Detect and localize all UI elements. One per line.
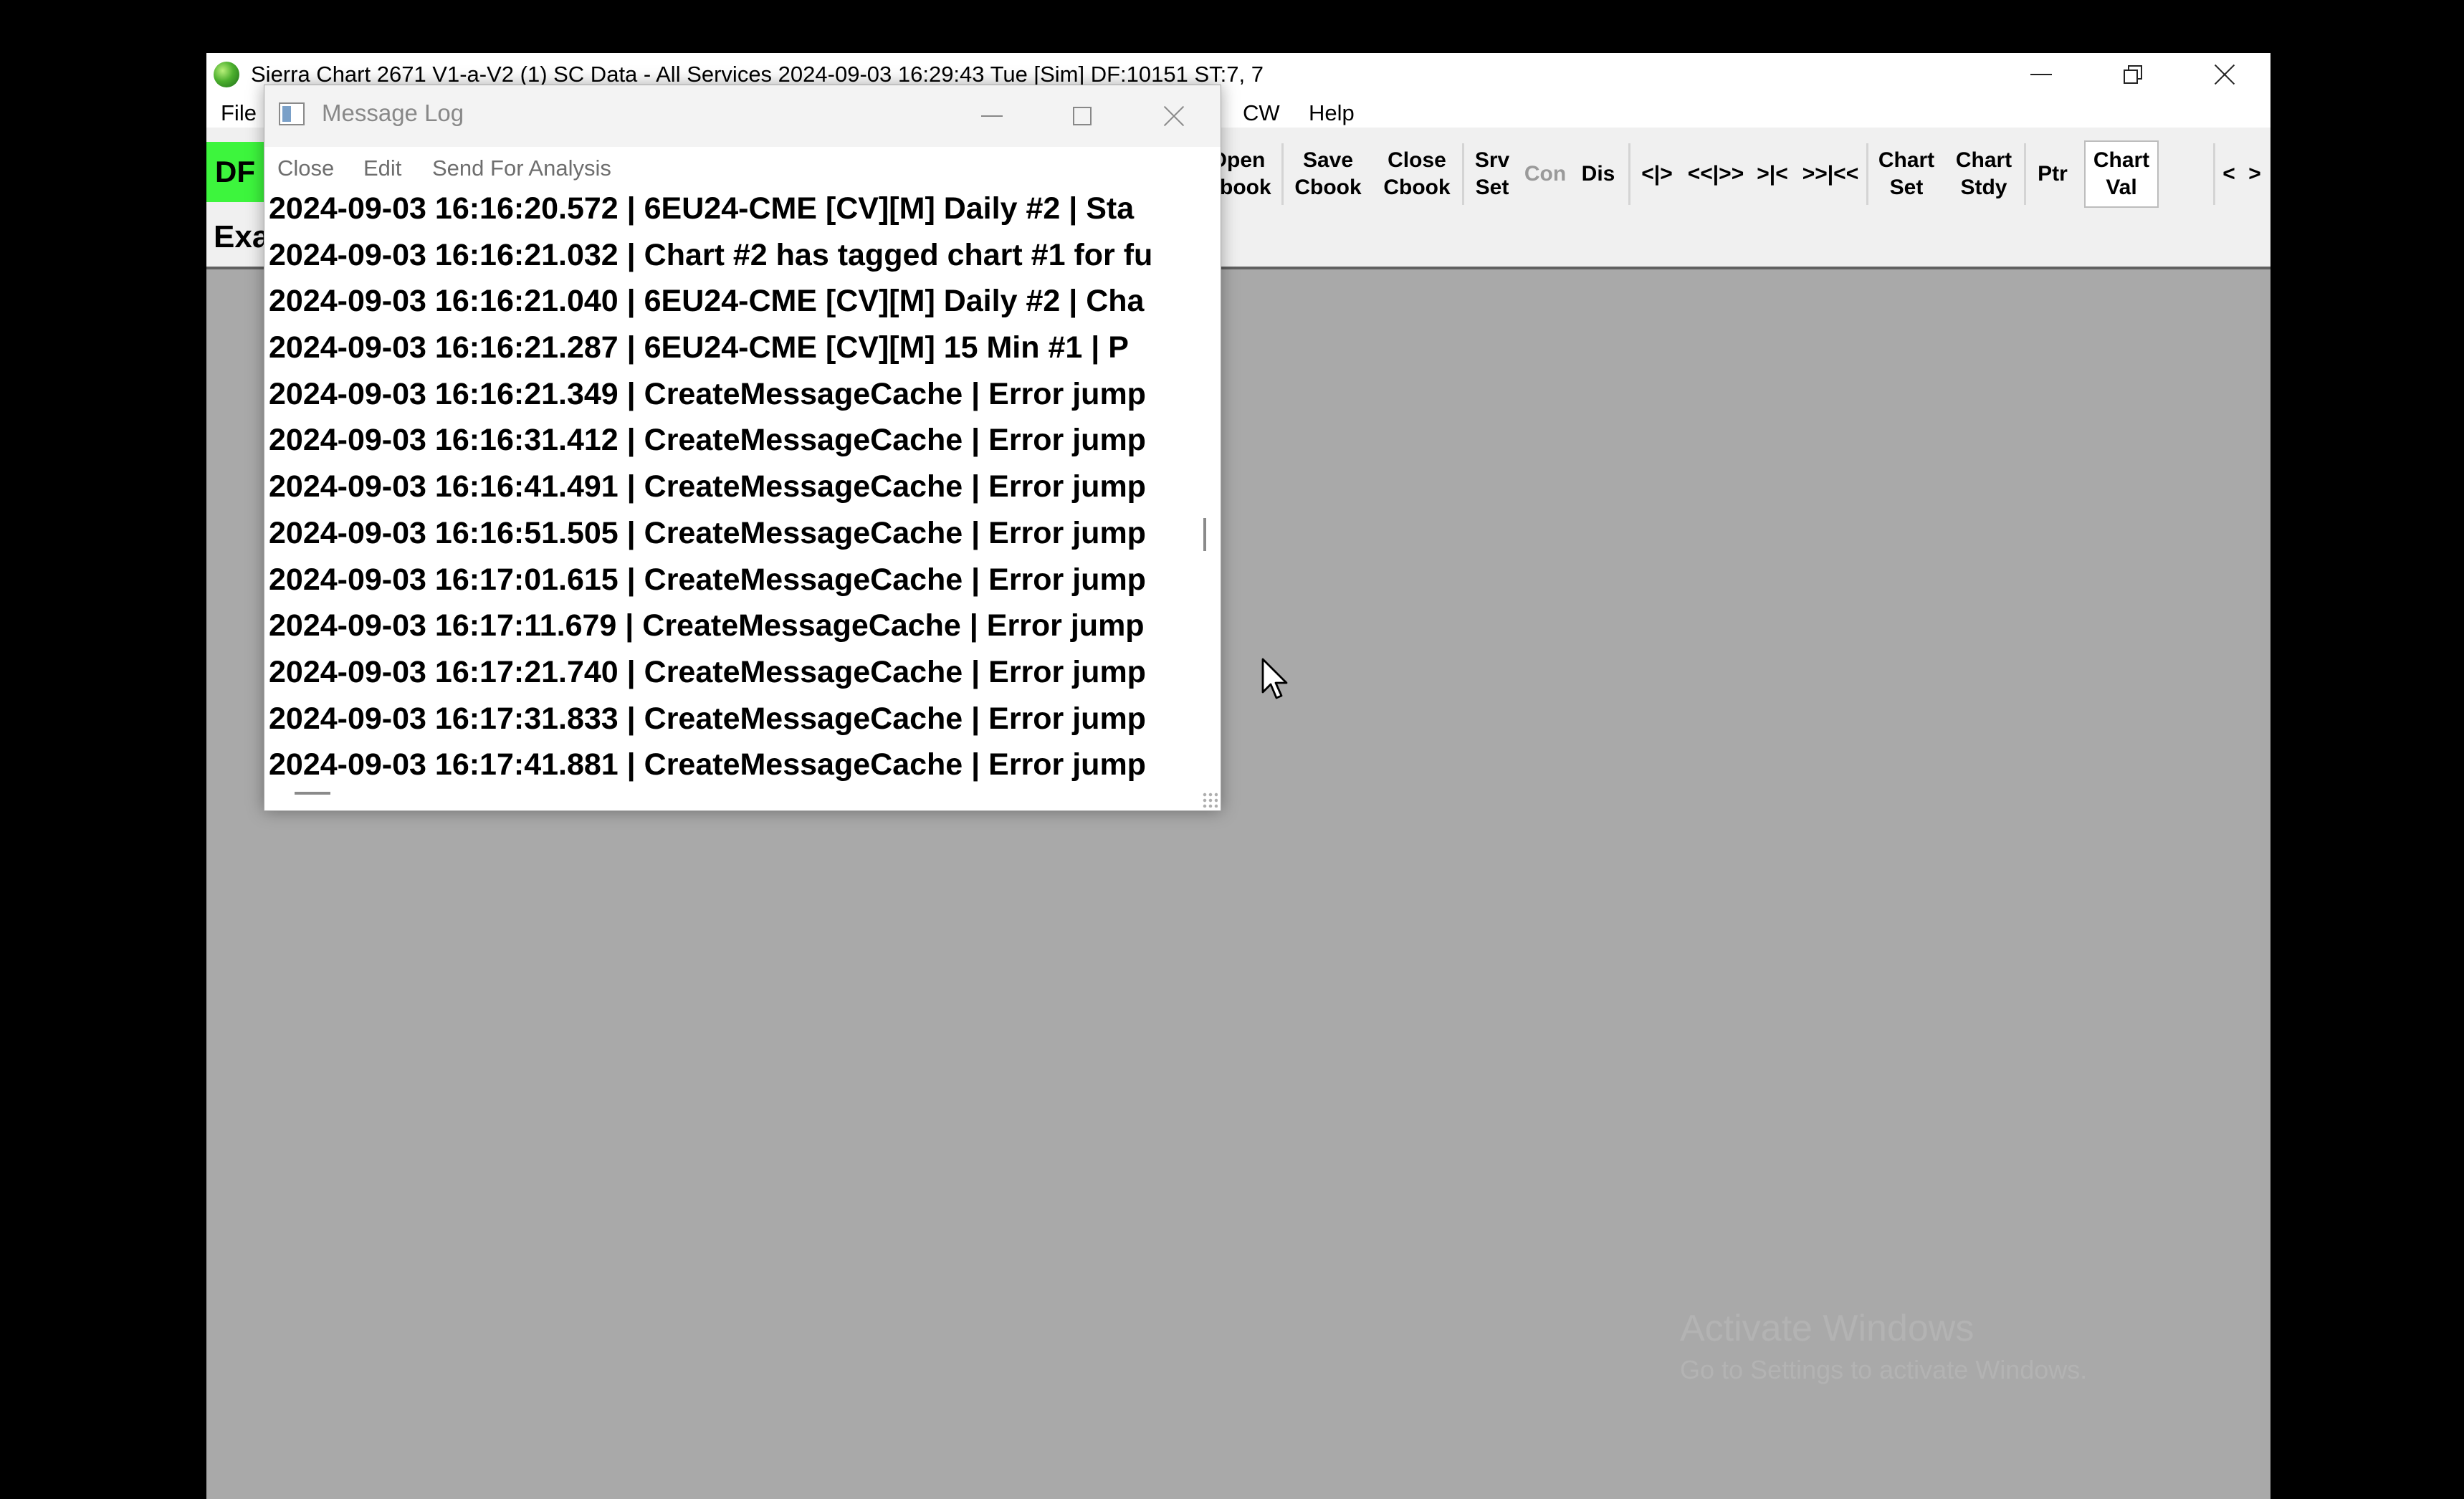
message-log-titlebar[interactable]: Message Log bbox=[264, 85, 1221, 147]
expand-bars-button[interactable]: <<|>> bbox=[1683, 140, 1749, 208]
con-button[interactable]: Con bbox=[1519, 140, 1571, 208]
toolbar-separator bbox=[1866, 143, 1868, 205]
compress-bars-button[interactable]: >>|<< bbox=[1796, 140, 1865, 208]
menu-cw[interactable]: CW bbox=[1243, 100, 1280, 126]
window-title: Sierra Chart 2671 V1-a-V2 (1) SC Data - … bbox=[251, 62, 1264, 87]
close-icon bbox=[2214, 64, 2235, 85]
chart-val-label-2: Val bbox=[2106, 176, 2137, 199]
message-log-icon bbox=[279, 102, 305, 125]
chart-stdy-label-2: Stdy bbox=[1960, 176, 2007, 199]
scroll-left-button[interactable]: < bbox=[2217, 140, 2240, 208]
activate-windows-watermark: Activate Windows Go to Settings to activ… bbox=[1680, 1307, 2087, 1390]
chart-stdy-label-1: Chart bbox=[1955, 148, 2012, 172]
close-cbook-label-2: Cbook bbox=[1383, 176, 1451, 199]
chart-set-main-label-1: Chart bbox=[1878, 148, 1935, 172]
srv-set-label-1: Srv bbox=[1474, 148, 1510, 172]
activate-windows-message: Go to Settings to activate Windows. bbox=[1680, 1355, 2088, 1384]
sierra-chart-app-icon bbox=[214, 62, 239, 87]
log-line: 2024-09-03 16:17:01.615 | CreateMessageC… bbox=[269, 562, 1146, 597]
activate-windows-title: Activate Windows bbox=[1680, 1308, 1974, 1349]
message-log-menu-send-for-analysis[interactable]: Send For Analysis bbox=[432, 155, 611, 181]
save-cbook-label-2: Cbook bbox=[1294, 176, 1362, 199]
save-cbook-label-1: Save bbox=[1302, 148, 1354, 172]
close-button[interactable] bbox=[2179, 53, 2270, 96]
vertical-scrollbar-thumb[interactable] bbox=[1203, 518, 1206, 551]
srv-set-label-2: Set bbox=[1475, 176, 1509, 199]
toolbar-separator bbox=[1462, 143, 1464, 205]
chart-stdy-button[interactable]: Chart Stdy bbox=[1947, 140, 2021, 208]
chart-val-label-1: Chart bbox=[2093, 148, 2150, 172]
message-log-menu-close[interactable]: Close bbox=[277, 155, 334, 181]
close-cbook-button[interactable]: Close Cbook bbox=[1375, 140, 1459, 208]
message-log-menubar: Close Edit Send For Analysis bbox=[264, 147, 1221, 186]
message-log-minimize-button[interactable] bbox=[947, 85, 1037, 147]
toolbar-separator bbox=[1628, 143, 1630, 205]
menu-file[interactable]: File bbox=[221, 100, 257, 126]
message-log-menu-edit[interactable]: Edit bbox=[363, 155, 401, 181]
log-line: 2024-09-03 16:16:21.287 | 6EU24-CME [CV]… bbox=[269, 330, 1129, 365]
compress-bar-button[interactable]: >|< bbox=[1750, 140, 1795, 208]
message-log-maximize-button[interactable] bbox=[1037, 85, 1127, 147]
log-line: 2024-09-03 16:16:41.491 | CreateMessageC… bbox=[269, 469, 1146, 504]
toolbar-separator bbox=[2024, 143, 2026, 205]
srv-set-button[interactable]: Srv Set bbox=[1469, 140, 1515, 208]
log-line: 2024-09-03 16:17:21.740 | CreateMessageC… bbox=[269, 654, 1146, 689]
log-line: 2024-09-03 16:16:21.032 | Chart #2 has t… bbox=[269, 237, 1153, 272]
maximize-icon bbox=[1073, 107, 1092, 125]
log-line: 2024-09-03 16:16:21.349 | CreateMessageC… bbox=[269, 376, 1146, 411]
ptr-button[interactable]: Ptr bbox=[2028, 140, 2077, 208]
df-status-indicator[interactable]: DF bbox=[206, 142, 271, 202]
minimize-icon bbox=[2030, 74, 2052, 75]
center-bar-button[interactable]: <|> bbox=[1633, 140, 1681, 208]
log-line: 2024-09-03 16:17:31.833 | CreateMessageC… bbox=[269, 701, 1146, 736]
log-line: 2024-09-03 16:17:11.679 | CreateMessageC… bbox=[269, 608, 1145, 643]
log-line: 2024-09-03 16:16:21.040 | 6EU24-CME [CV]… bbox=[269, 284, 1145, 319]
scroll-right-button[interactable]: > bbox=[2243, 140, 2266, 208]
chart-set-button-main[interactable]: Chart Set bbox=[1871, 140, 1942, 208]
restore-button[interactable] bbox=[2087, 53, 2179, 96]
log-line: 2024-09-03 16:16:31.412 | CreateMessageC… bbox=[269, 423, 1146, 458]
menu-help[interactable]: Help bbox=[1309, 100, 1355, 126]
log-line: 2024-09-03 16:17:41.881 | CreateMessageC… bbox=[269, 747, 1146, 782]
log-line: 2024-09-03 16:16:20.572 | 6EU24-CME [CV]… bbox=[269, 191, 1135, 226]
chart-val-button[interactable]: Chart Val bbox=[2084, 140, 2159, 208]
log-line: 2024-09-03 16:16:51.505 | CreateMessageC… bbox=[269, 515, 1146, 550]
resize-grip-icon[interactable] bbox=[1202, 792, 1218, 808]
message-log-window: Message Log Close Edit Send For Analysis… bbox=[264, 85, 1221, 811]
close-icon bbox=[1163, 105, 1185, 127]
restore-icon bbox=[2124, 65, 2142, 84]
minimize-button[interactable] bbox=[1995, 53, 2087, 96]
chart-set-main-label-2: Set bbox=[1889, 176, 1924, 199]
toolbar-separator bbox=[2213, 143, 2215, 205]
minimize-icon bbox=[981, 115, 1003, 117]
save-cbook-button[interactable]: Save Cbook bbox=[1286, 140, 1370, 208]
close-cbook-label-1: Close bbox=[1388, 148, 1446, 172]
horizontal-scrollbar-thumb[interactable] bbox=[295, 792, 330, 795]
dis-button[interactable]: Dis bbox=[1572, 140, 1624, 208]
chart-name-label[interactable]: Exa bbox=[214, 219, 269, 255]
toolbar-separator bbox=[1281, 143, 1284, 205]
message-log-content[interactable]: 2024-09-03 16:16:20.572 | 6EU24-CME [CV]… bbox=[264, 186, 1190, 810]
mouse-cursor-icon bbox=[1261, 658, 1288, 699]
message-log-title: Message Log bbox=[322, 100, 464, 126]
message-log-close-button[interactable] bbox=[1129, 85, 1219, 147]
